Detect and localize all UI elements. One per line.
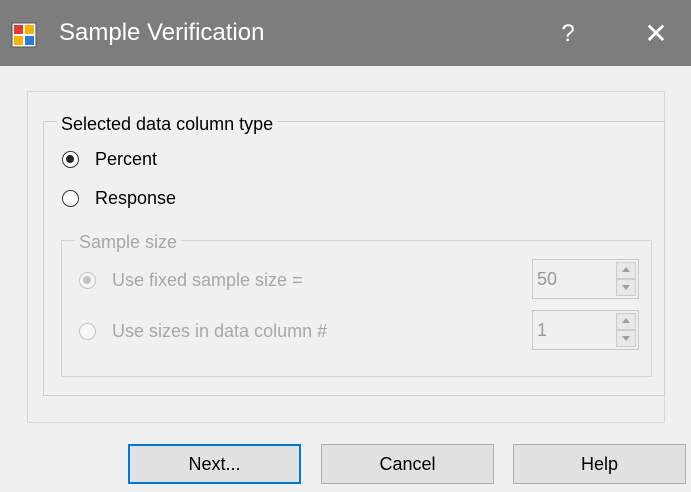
response-label: Response	[95, 188, 177, 208]
column-size-stepper: 1	[532, 310, 639, 350]
percent-radio-row[interactable]: Percent	[62, 148, 157, 170]
percent-radio[interactable]	[62, 150, 79, 168]
response-radio-row[interactable]: Response	[62, 187, 176, 209]
column-size-label: Use sizes in data column #	[112, 321, 328, 341]
cancel-button[interactable]: Cancel	[321, 444, 494, 484]
fixed-size-up-icon	[616, 262, 636, 279]
fixed-size-value: 50	[537, 269, 558, 289]
close-icon[interactable]: ✕	[636, 14, 676, 54]
column-size-up-icon	[616, 313, 636, 330]
title-bar: Sample Verification ? ✕	[0, 0, 691, 66]
dialog-body: Selected data column type Percent Respon…	[0, 66, 691, 492]
column-size-radio-row: Use sizes in data column #	[79, 320, 327, 342]
fixed-size-down-icon	[616, 279, 636, 296]
column-size-radio	[79, 322, 96, 340]
response-radio[interactable]	[62, 189, 79, 207]
help-icon[interactable]: ?	[548, 14, 588, 54]
column-size-down-icon	[616, 330, 636, 347]
fixed-size-radio	[79, 271, 96, 289]
help-button[interactable]: Help	[513, 444, 686, 484]
fixed-size-stepper: 50	[532, 259, 639, 299]
percent-label: Percent	[95, 149, 158, 169]
app-icon	[11, 22, 37, 48]
next-button[interactable]: Next...	[128, 444, 301, 484]
fixed-size-label: Use fixed sample size =	[112, 270, 303, 290]
column-type-legend: Selected data column type	[57, 113, 278, 135]
column-size-value: 1	[537, 320, 548, 340]
window-title: Sample Verification	[59, 19, 265, 46]
sample-size-legend: Sample size	[75, 231, 182, 253]
fixed-size-radio-row: Use fixed sample size =	[79, 269, 303, 291]
